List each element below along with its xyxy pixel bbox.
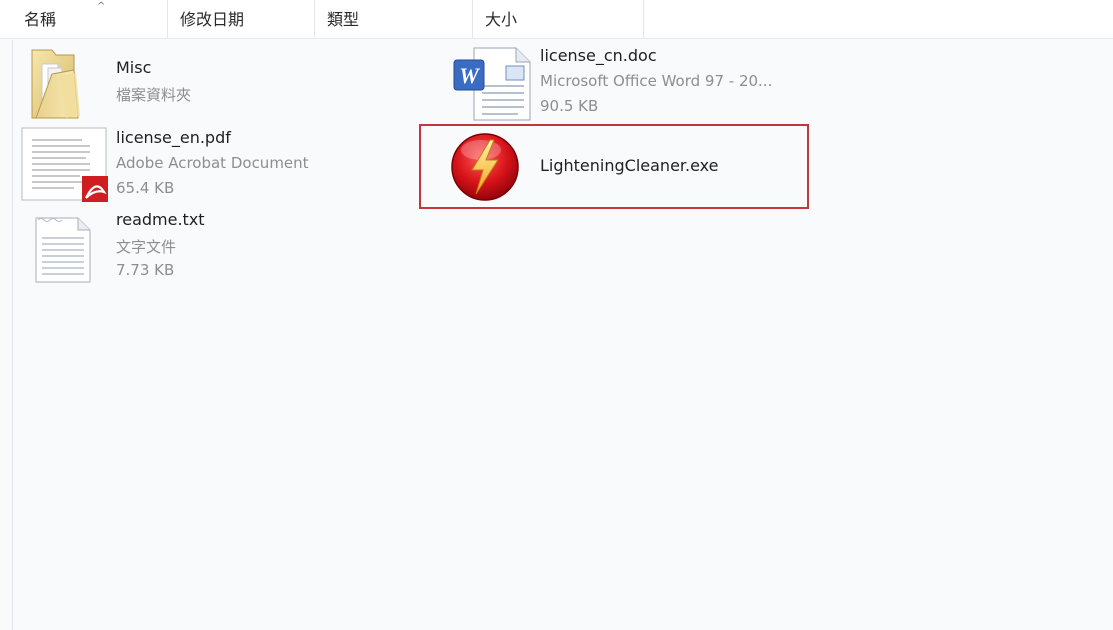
file-name: readme.txt — [116, 210, 205, 229]
column-header-bar: 名稱 ^ 修改日期 類型 大小 — [0, 0, 1113, 39]
file-type: Adobe Acrobat Document — [116, 154, 309, 172]
word-document-icon: W — [453, 47, 531, 121]
column-header-type-label: 類型 — [327, 10, 360, 29]
sort-ascending-icon: ^ — [97, 1, 106, 12]
pane-left-border — [12, 40, 13, 630]
folder-icon — [31, 49, 80, 119]
pdf-document-icon — [21, 127, 108, 202]
column-header-size-label: 大小 — [485, 10, 518, 29]
file-list-pane[interactable]: 名稱 ^ 修改日期 類型 大小 Misc 檔案資料夾 W license_cn.… — [0, 0, 1113, 630]
file-type: 檔案資料夾 — [116, 86, 192, 104]
file-item-license-cn-doc[interactable]: W license_cn.doc Microsoft Office Word 9… — [440, 42, 860, 122]
column-header-name[interactable]: 名稱 ^ — [12, 0, 168, 38]
lightning-app-icon — [451, 133, 519, 201]
file-size: 65.4 KB — [116, 179, 175, 197]
column-header-size[interactable]: 大小 — [473, 0, 644, 38]
column-header-type[interactable]: 類型 — [315, 0, 473, 38]
column-header-date[interactable]: 修改日期 — [168, 0, 315, 38]
file-size: 7.73 KB — [116, 261, 175, 279]
svg-text:W: W — [459, 63, 480, 88]
column-header-name-label: 名稱 — [24, 10, 57, 29]
file-size: 90.5 KB — [540, 97, 599, 115]
file-name: Misc — [116, 58, 152, 77]
file-name: license_cn.doc — [540, 46, 657, 65]
file-name: license_en.pdf — [116, 128, 231, 147]
file-type: 文字文件 — [116, 238, 177, 256]
file-name: LighteningCleaner.exe — [540, 156, 719, 175]
file-item-misc[interactable]: Misc 檔案資料夾 — [16, 42, 396, 124]
file-type: Microsoft Office Word 97 - 20... — [540, 72, 773, 90]
file-item-readme-txt[interactable]: readme.txt 文字文件 7.73 KB — [16, 206, 396, 286]
file-item-lighteningcleaner-exe[interactable]: LighteningCleaner.exe — [440, 126, 806, 206]
column-header-date-label: 修改日期 — [180, 10, 245, 29]
file-item-license-en-pdf[interactable]: license_en.pdf Adobe Acrobat Document 65… — [16, 124, 396, 204]
text-file-icon — [35, 217, 91, 283]
